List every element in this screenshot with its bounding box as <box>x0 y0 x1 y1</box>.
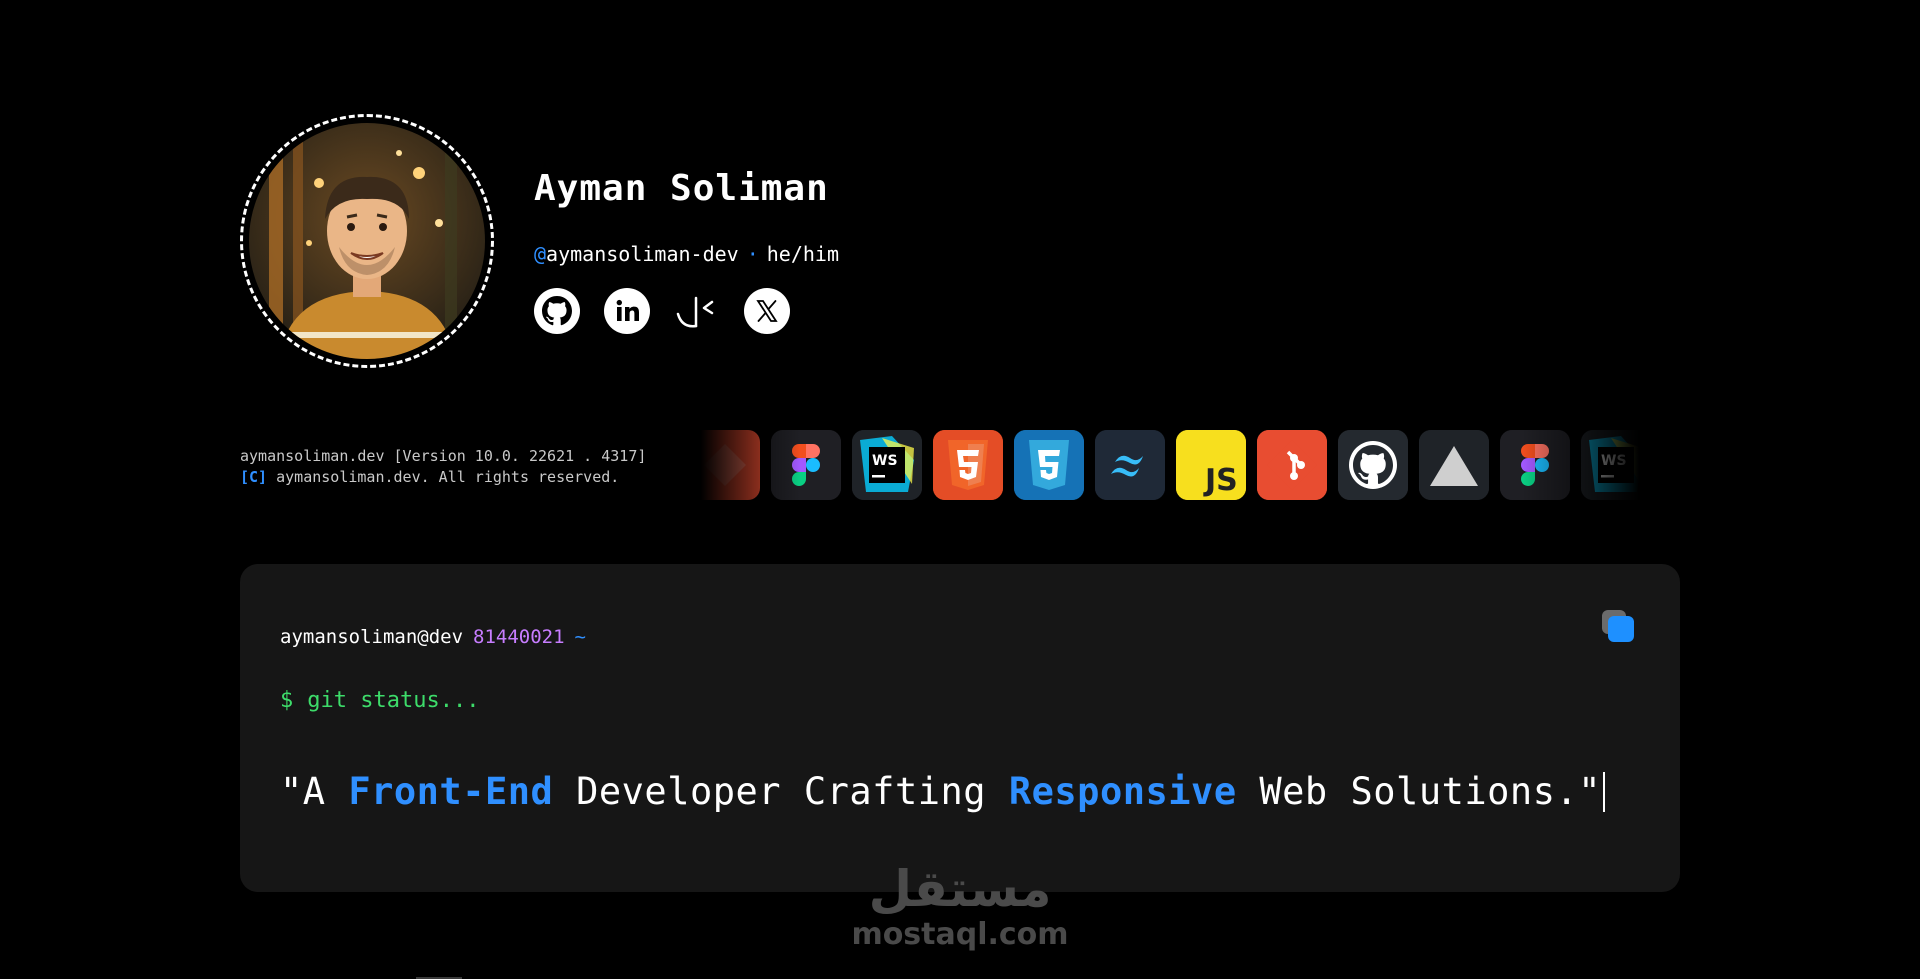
tech-stack-marquee: WS JS WS <box>690 430 1652 502</box>
copyright-line: [C] aymansoliman.dev. All rights reserve… <box>240 467 646 488</box>
version-block: aymansoliman.dev [Version 10.0. 22621 . … <box>240 446 646 488</box>
watermark-arabic: مستقل <box>868 860 1052 918</box>
html5-icon <box>933 430 1003 500</box>
copyright-tag: [C] <box>240 468 268 486</box>
mostaql-watermark: مستقل mostaql.com <box>842 860 1078 952</box>
tech-tile-webstorm-2: WS <box>1581 430 1651 500</box>
css3-icon <box>1014 430 1084 500</box>
tech-tile-tailwind <box>1095 430 1165 500</box>
social-links <box>534 288 790 334</box>
tech-tile-javascript: JS <box>1176 430 1246 500</box>
vercel-icon <box>1419 430 1489 500</box>
tech-tile-github <box>1338 430 1408 500</box>
svg-text:WS: WS <box>1601 453 1627 469</box>
tech-tile-vercel <box>1419 430 1489 500</box>
prompt-user: aymansoliman@dev <box>280 626 464 648</box>
figma-icon <box>1500 430 1570 500</box>
profile-name: Ayman Soliman <box>534 168 829 209</box>
tech-tile-figma <box>771 430 841 500</box>
tech-tile-figma-2 <box>1500 430 1570 500</box>
text-cursor <box>1603 772 1606 812</box>
tech-tile-git <box>690 430 760 500</box>
tagline: "A Front-End Developer Crafting Responsi… <box>280 770 1606 813</box>
github-link[interactable] <box>534 288 580 334</box>
prompt-tilde: ~ <box>574 626 586 648</box>
x-link[interactable] <box>744 288 790 334</box>
svg-text:WS: WS <box>872 453 898 469</box>
x-icon <box>744 288 790 334</box>
git-icon <box>1257 430 1327 500</box>
github-icon <box>1338 430 1408 500</box>
prompt-hash: 81440021 <box>473 626 565 648</box>
terminal-command: $ git status... <box>280 688 479 713</box>
profile-pronouns: he/him <box>766 242 839 266</box>
tagline-highlight-2: Responsive <box>1008 770 1237 813</box>
version-line: aymansoliman.dev [Version 10.0. 22621 . … <box>240 447 647 465</box>
copy-icon <box>1602 610 1634 642</box>
tagline-part-2: Developer Crafting <box>553 770 1009 813</box>
at-sign: @ <box>534 242 547 266</box>
webstorm-icon: WS <box>1581 430 1651 500</box>
linkedin-icon <box>604 288 650 334</box>
git-icon <box>690 430 760 500</box>
handle-separator: · <box>746 242 759 266</box>
github-icon <box>534 288 580 334</box>
svg-text:JS: JS <box>1203 463 1238 498</box>
tech-stack-track: WS JS WS <box>690 430 1652 500</box>
command-dollar: $ <box>280 688 294 713</box>
tagline-part-1: "A <box>280 770 349 813</box>
copy-button[interactable] <box>1600 608 1636 644</box>
figma-icon <box>771 430 841 500</box>
tagline-highlight-1: Front-End <box>348 770 554 813</box>
avatar <box>249 123 485 359</box>
portfolio-page: Ayman Soliman @aymansoliman-dev · he/him <box>0 0 1920 979</box>
terminal-prompt: aymansoliman@dev 81440021 ~ <box>280 626 586 648</box>
profile-handle: aymansoliman-dev <box>546 242 739 266</box>
tailwind-icon <box>1095 430 1165 500</box>
tech-tile-css3 <box>1014 430 1084 500</box>
tagline-part-3: Web Solutions." <box>1236 770 1602 813</box>
copyright-text: aymansoliman.dev. All rights reserved. <box>267 468 620 486</box>
command-text: git status... <box>307 688 480 713</box>
tech-tile-webstorm: WS <box>852 430 922 500</box>
mostaql-icon <box>676 296 714 328</box>
profile-handle-row: @aymansoliman-dev · he/him <box>534 242 839 266</box>
webstorm-icon: WS <box>852 430 922 500</box>
watermark-latin: mostaql.com <box>851 917 1069 952</box>
avatar-ring <box>240 114 494 368</box>
mostaql-link[interactable] <box>674 288 720 334</box>
tech-tile-html5 <box>933 430 1003 500</box>
terminal-card: aymansoliman@dev 81440021 ~ $ git status...… <box>240 564 1680 892</box>
tech-tile-git-2 <box>1257 430 1327 500</box>
javascript-icon: JS <box>1176 430 1246 500</box>
linkedin-link[interactable] <box>604 288 650 334</box>
